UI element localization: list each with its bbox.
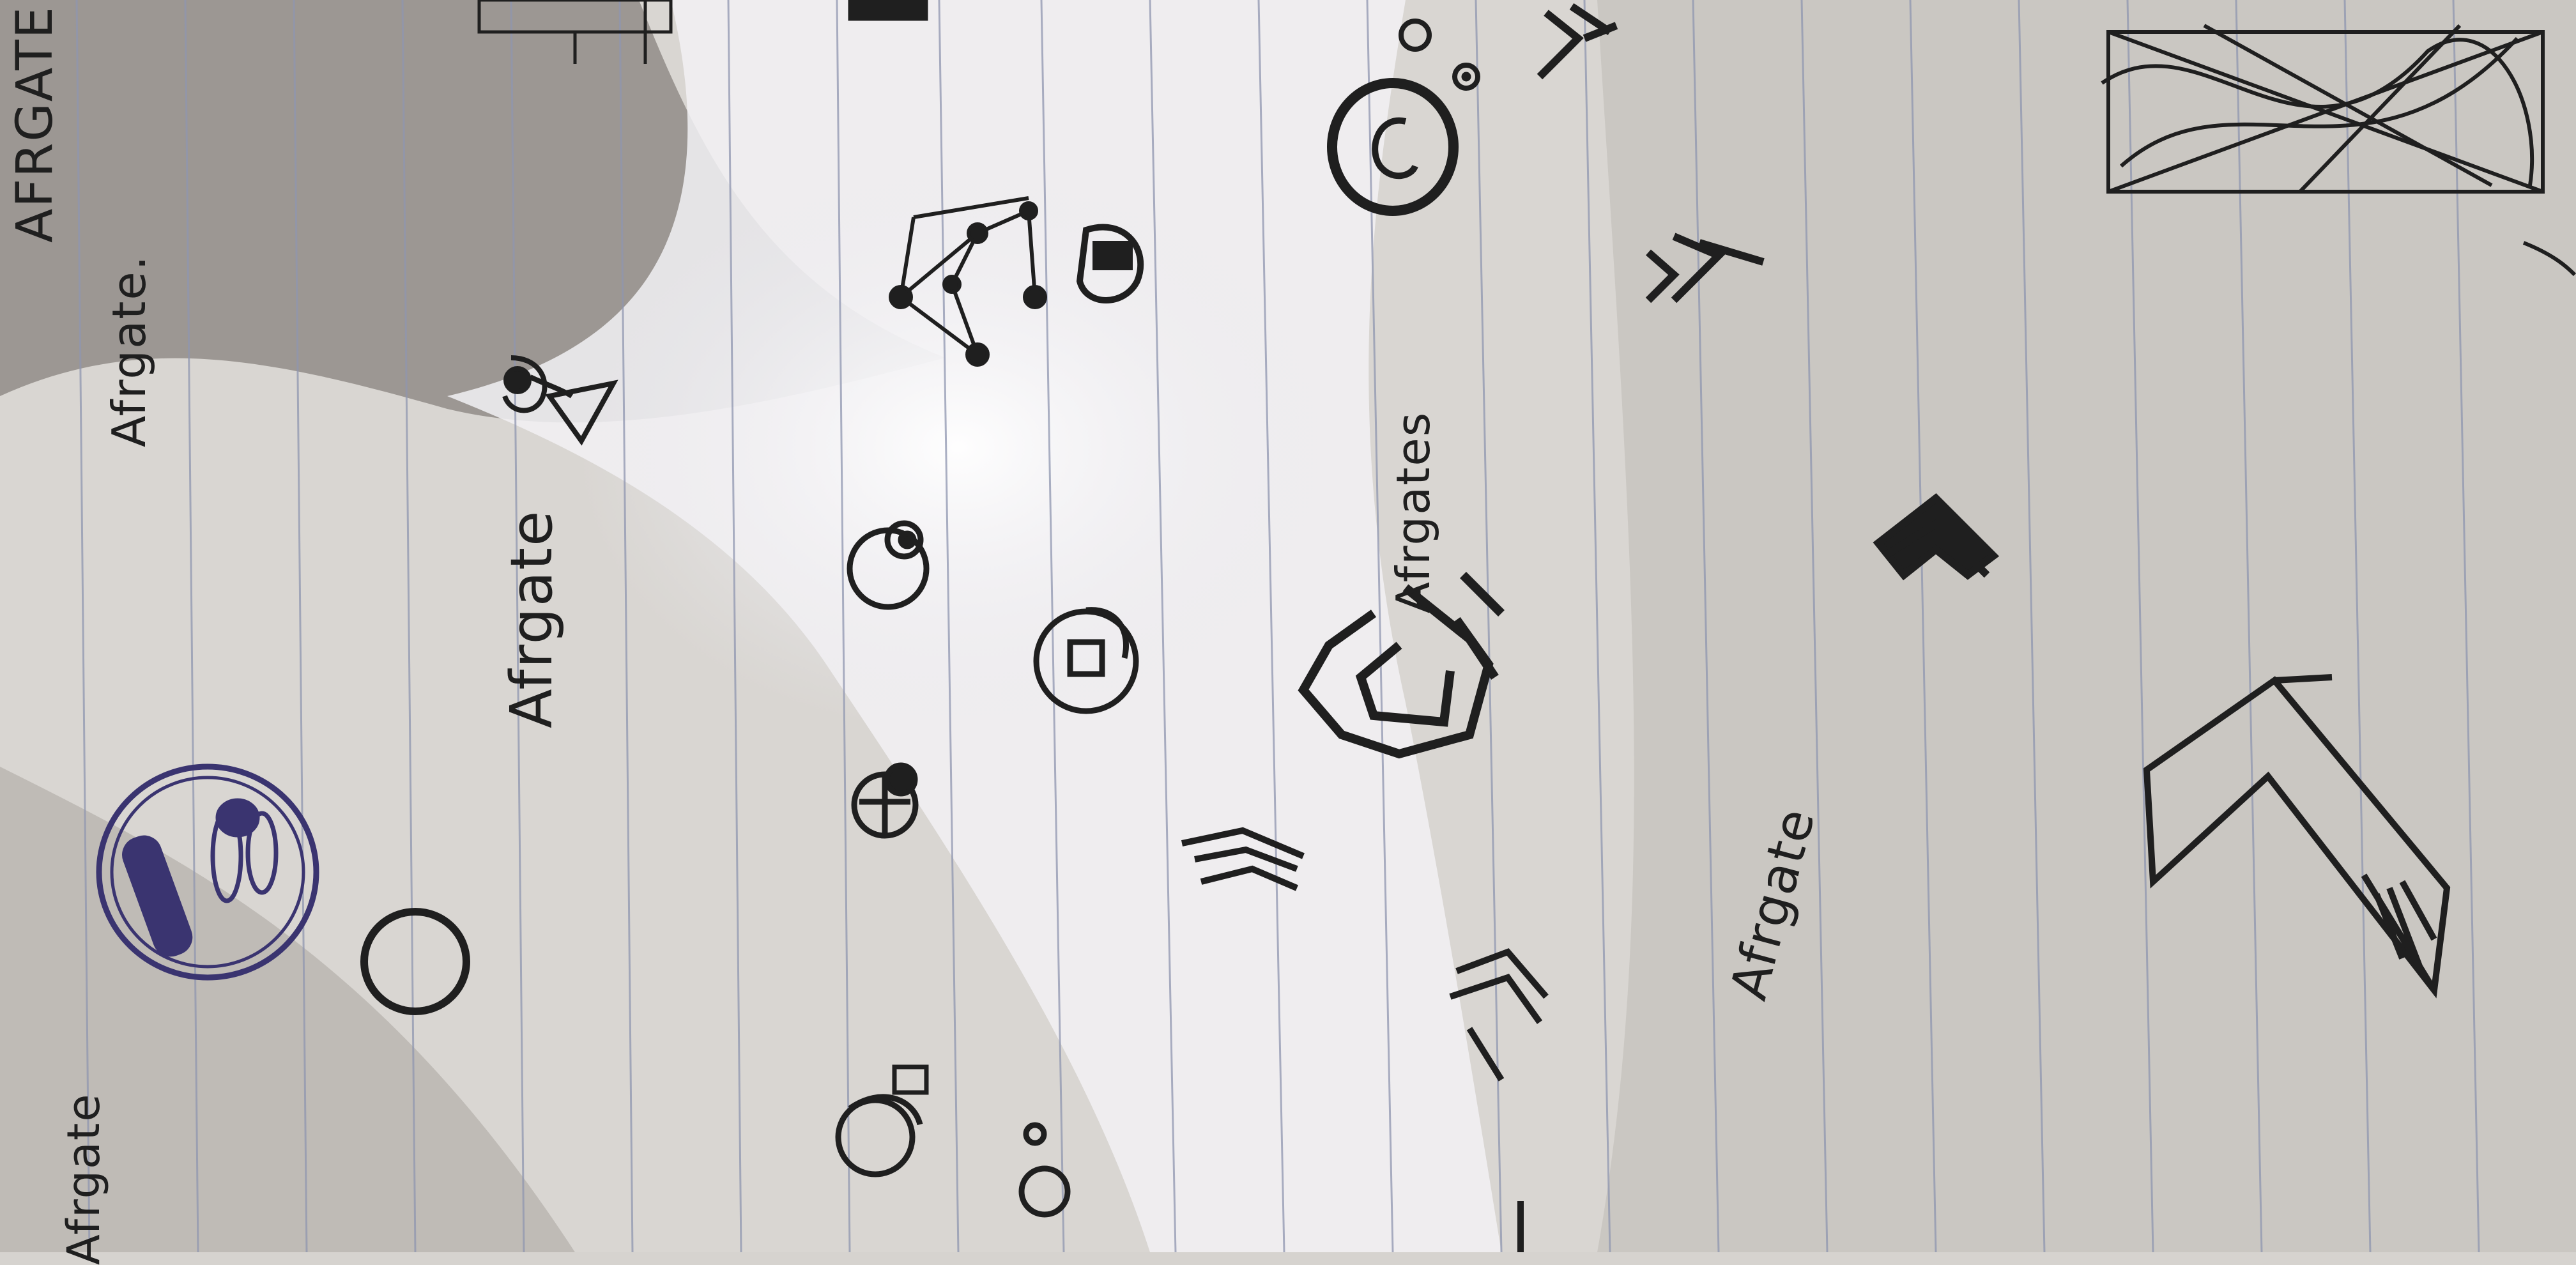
light-glow	[575, 160, 1342, 735]
lighting	[0, 0, 2576, 1252]
top-caps-text: AFRGATE	[6, 5, 64, 243]
sketch-layer	[0, 0, 2576, 1252]
notebook-photo: AFRGATE Afrgate Afrgate. Afrgate Afrgate…	[0, 0, 2576, 1265]
second-line-text: Afrgate.	[102, 254, 156, 447]
shadow-right	[1597, 0, 2576, 1252]
middle-word-text: Afrgate	[498, 509, 565, 728]
ring-sketch	[360, 908, 470, 1015]
left-edge-text: Afrgate	[57, 1092, 110, 1265]
logo-word-text: Afrgates	[1386, 411, 1440, 613]
